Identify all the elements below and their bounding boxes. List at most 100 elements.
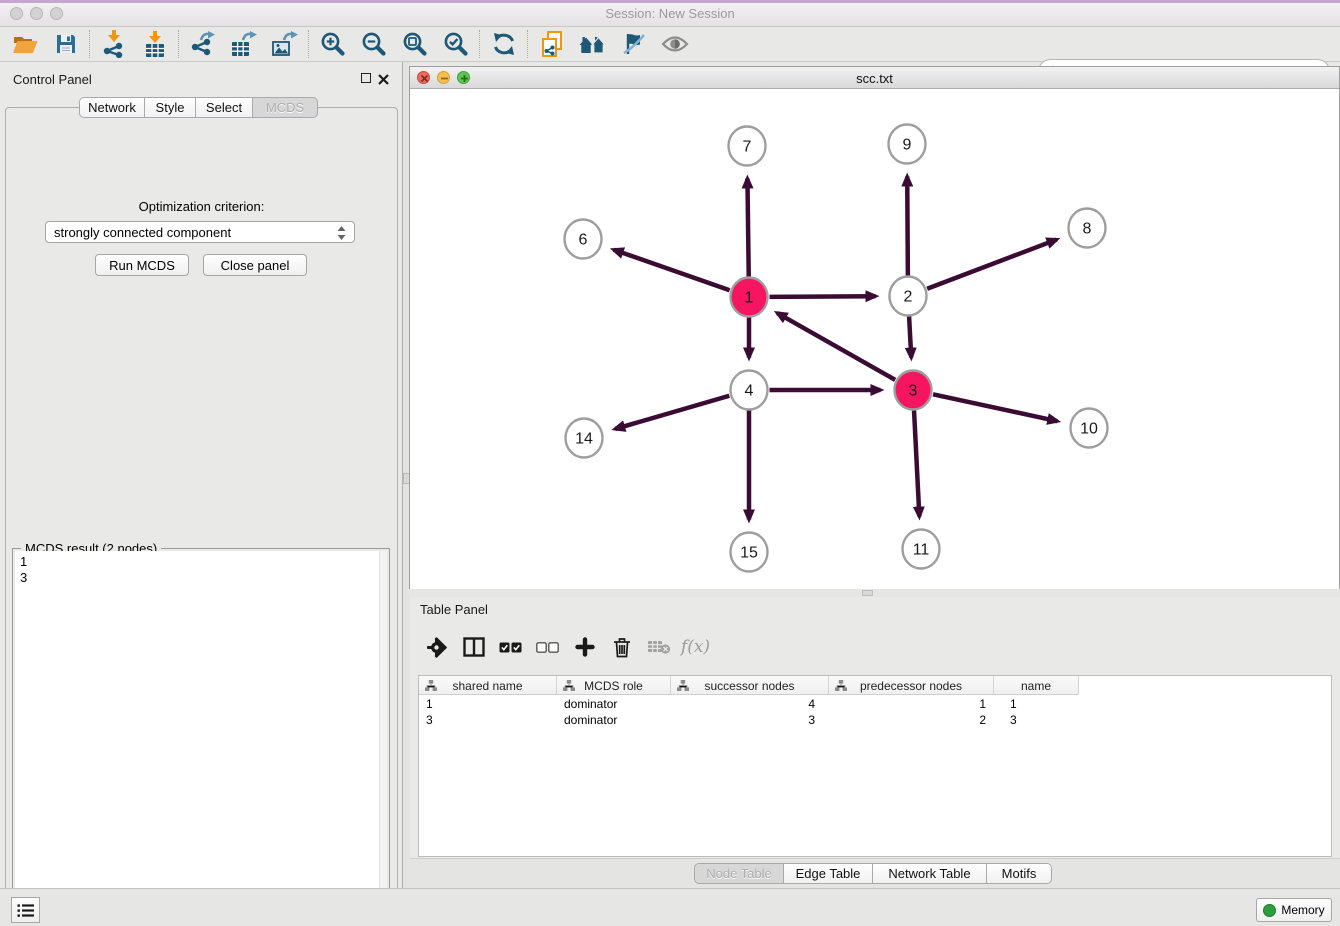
node-label: 3 [909,383,918,400]
table-cell[interactable]: 1 [419,696,557,712]
graph-edge-3-11[interactable] [914,410,919,516]
eye-icon [661,35,689,53]
table-cell[interactable]: dominator [557,696,671,712]
table-cell[interactable]: 2 [829,712,994,728]
tab-edge-table[interactable]: Edge Table [783,863,873,884]
zoom-fit-icon [402,31,428,57]
close-panel-icon[interactable] [378,72,389,90]
select-all-button[interactable] [492,628,529,666]
mcds-scrollbar[interactable] [379,551,387,926]
deselect-all-button[interactable] [529,628,566,666]
hide-labels-button[interactable] [613,28,654,61]
float-panel-icon[interactable] [361,73,371,83]
graph-edge-2-9[interactable] [907,176,908,275]
graph-edge-2-8[interactable] [927,240,1056,289]
gear-icon [426,637,447,658]
graph-node-1[interactable]: 1 [731,278,768,317]
memory-button[interactable]: Memory [1256,898,1332,922]
clone-network-icon [540,31,564,58]
save-session-button[interactable] [45,28,86,61]
export-network-button[interactable] [182,28,223,61]
column-header-successor-nodes[interactable]: successor nodes [671,676,829,695]
zoom-out-button[interactable] [353,28,394,61]
import-network-icon [102,30,126,58]
mcds-result-text[interactable]: 1 3 [15,551,379,926]
tab-motifs[interactable]: Motifs [986,863,1052,884]
export-table-button[interactable] [223,28,264,61]
graph-edge-1-2[interactable] [769,296,875,297]
graph-node-2[interactable]: 2 [890,277,927,316]
graph-node-4[interactable]: 4 [731,371,768,410]
network-canvas[interactable]: 1 2 3 4 6 7 8 9 10 11 14 15 [410,89,1339,589]
show-hide-button[interactable] [654,28,695,61]
home-layout-button[interactable] [572,28,613,61]
show-columns-button[interactable] [455,628,492,666]
zoom-out-icon [361,31,387,57]
graph-node-8[interactable]: 8 [1069,209,1106,248]
graph-edge-1-7[interactable] [747,178,748,276]
tab-node-table[interactable]: Node Table [694,863,784,884]
node-label: 6 [579,232,588,249]
table-cell[interactable]: 3 [994,712,1079,728]
add-column-button[interactable] [566,628,603,666]
close-panel-button[interactable]: Close panel [203,254,307,276]
criterion-select[interactable]: strongly connected component [45,221,355,243]
clear-table-button[interactable] [640,628,677,666]
tab-network[interactable]: Network [79,97,145,118]
graph-node-14[interactable]: 14 [566,419,603,458]
criterion-value: strongly connected component [54,225,231,240]
graph-node-10[interactable]: 10 [1071,409,1108,448]
graph-edge-4-14[interactable] [615,396,729,429]
splitter-handle[interactable] [862,590,873,596]
clone-network-button[interactable] [531,28,572,61]
graph-node-3[interactable]: 3 [895,371,932,410]
zoom-selected-button[interactable] [435,28,476,61]
graph-node-7[interactable]: 7 [729,127,766,166]
import-table-icon [143,31,167,58]
clear-table-icon [647,639,671,655]
tab-network-table[interactable]: Network Table [872,863,987,884]
table-cell[interactable]: 1 [829,696,994,712]
network-window-titlebar[interactable]: scc.txt [410,67,1339,89]
table-cell[interactable]: 3 [419,712,557,728]
zoom-fit-button[interactable] [394,28,435,61]
zoom-in-button[interactable] [312,28,353,61]
graph-node-15[interactable]: 15 [731,533,768,572]
memory-status-icon [1263,904,1276,917]
column-header-name[interactable]: name [994,676,1079,695]
horizontal-splitter[interactable] [410,589,1340,597]
table-cell[interactable]: dominator [557,712,671,728]
column-header-predecessor-nodes[interactable]: predecessor nodes [829,676,994,695]
graph-node-6[interactable]: 6 [565,220,602,259]
tab-mcds[interactable]: MCDS [252,97,318,118]
graph-edge-3-10[interactable] [933,394,1057,421]
import-network-button[interactable] [93,28,134,61]
graph-edge-1-6[interactable] [614,250,730,291]
refresh-button[interactable] [483,28,524,61]
column-header-mcds-role[interactable]: MCDS role [557,676,671,695]
table-row[interactable]: 3dominator323 [419,712,1079,728]
toolbar-separator [89,30,90,58]
tab-style[interactable]: Style [144,97,196,118]
optimization-criterion-label: Optimization criterion: [0,199,403,214]
table-cell[interactable]: 4 [671,696,829,712]
graph-node-9[interactable]: 9 [889,125,926,164]
node-label: 14 [575,431,593,448]
graph-edge-2-3[interactable] [909,316,911,357]
table-row[interactable]: 1dominator411 [419,696,1079,712]
open-session-button[interactable] [4,28,45,61]
table-options-button[interactable] [418,628,455,666]
graph-edge-3-1[interactable] [777,313,895,380]
run-mcds-button[interactable]: Run MCDS [95,254,189,276]
export-image-button[interactable] [264,28,305,61]
import-table-button[interactable] [134,28,175,61]
control-panel-title: Control Panel [13,72,92,87]
graph-node-11[interactable]: 11 [903,530,940,569]
column-header-shared-name[interactable]: shared name [419,676,557,695]
table-cell[interactable]: 3 [671,712,829,728]
function-builder-button[interactable]: f(x) [677,628,714,666]
tab-select[interactable]: Select [195,97,253,118]
delete-column-button[interactable] [603,628,640,666]
table-cell[interactable]: 1 [994,696,1079,712]
task-history-button[interactable] [11,897,40,923]
